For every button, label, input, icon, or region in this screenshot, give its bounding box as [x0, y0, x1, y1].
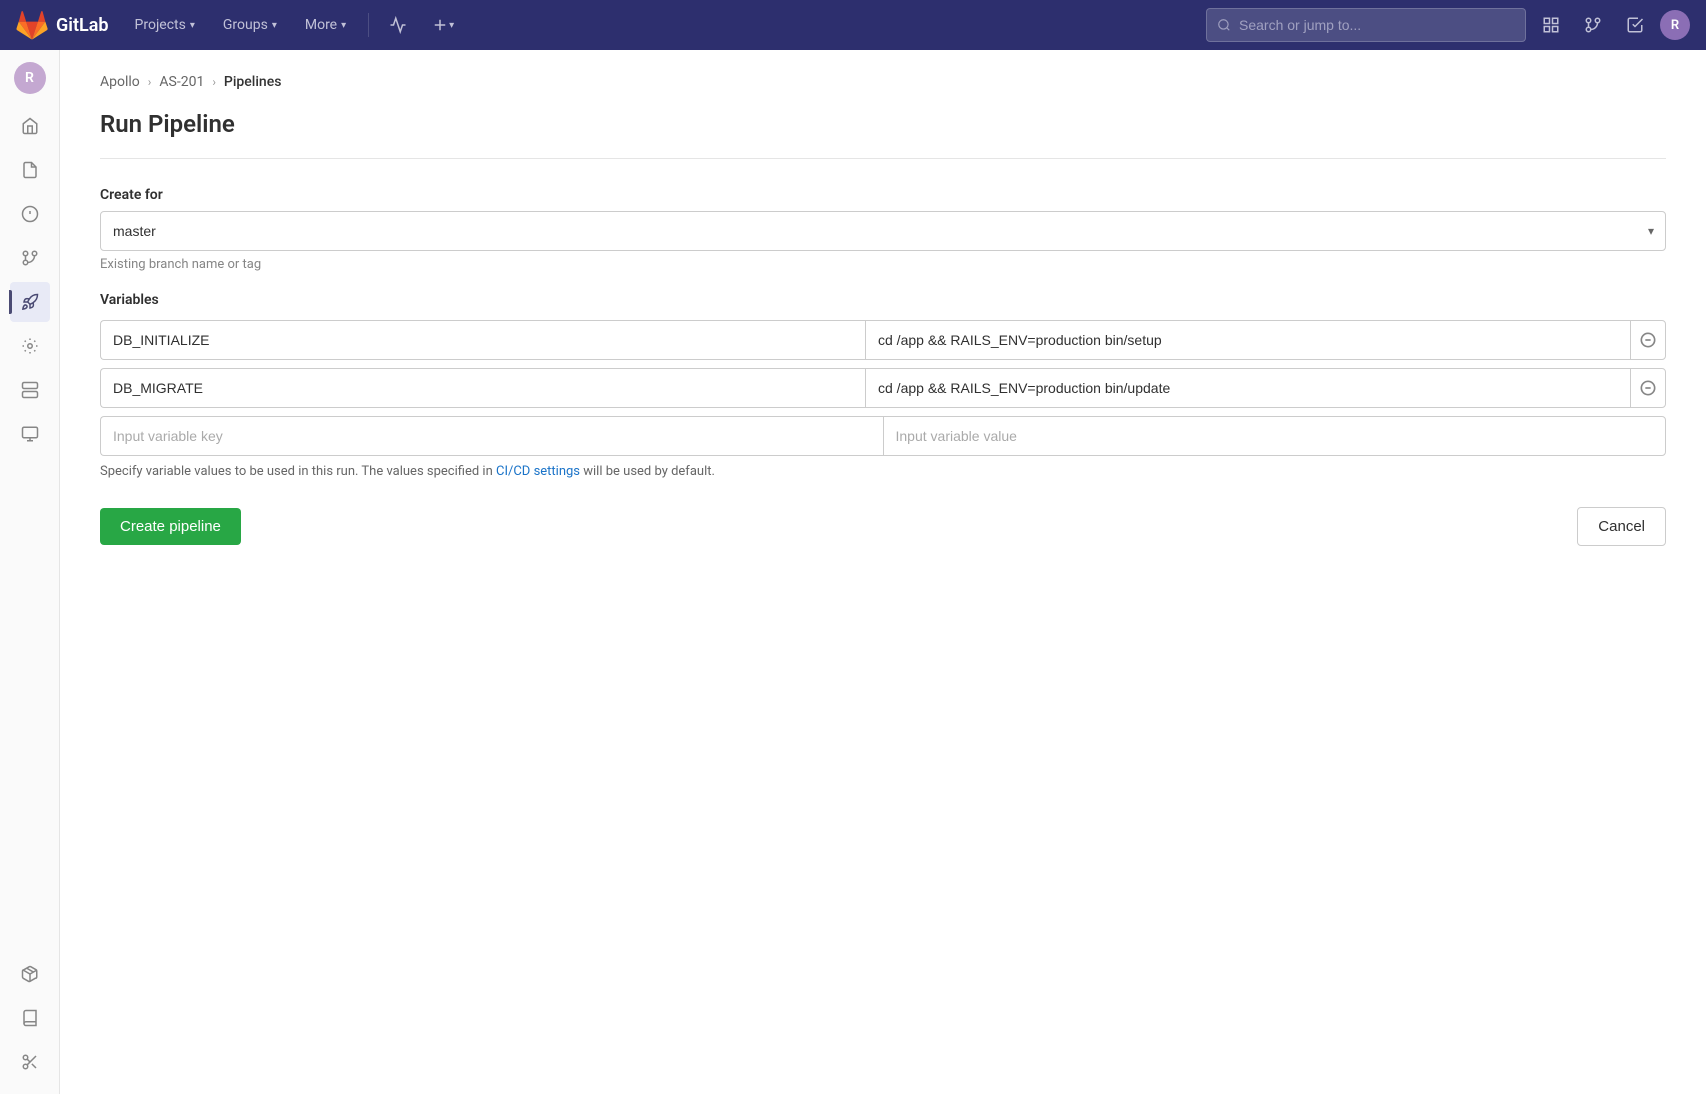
variable-key-2[interactable] [100, 368, 865, 408]
sidebar-item-home[interactable] [10, 106, 50, 146]
sidebar-item-repository[interactable] [10, 150, 50, 190]
todos-button[interactable] [1618, 10, 1652, 40]
branch-hint: Existing branch name or tag [100, 257, 1666, 272]
merge-requests-button[interactable] [1576, 10, 1610, 40]
todo-icon [1626, 16, 1644, 34]
create-new-button[interactable]: ▾ [423, 10, 462, 40]
user-avatar[interactable]: R [1660, 10, 1690, 40]
variable-hint: Specify variable values to be used in th… [100, 464, 1666, 479]
variable-row-empty [100, 416, 1666, 456]
sidebar-item-merge-requests[interactable] [10, 238, 50, 278]
projects-chevron-icon: ▾ [190, 20, 195, 31]
more-chevron-icon: ▾ [341, 20, 346, 31]
chart-icon [389, 16, 407, 34]
server-icon [21, 381, 39, 399]
main-content: Apollo › AS-201 › Pipelines Run Pipeline… [60, 50, 1706, 1094]
command-palette-button[interactable] [1534, 10, 1568, 40]
search-icon [1217, 18, 1231, 32]
breadcrumb-current: Pipelines [224, 74, 282, 90]
cicd-settings-link[interactable]: CI/CD settings [496, 464, 580, 479]
breadcrumb-apollo[interactable]: Apollo [100, 74, 140, 90]
gitlab-logo[interactable]: GitLab [16, 9, 109, 41]
title-divider [100, 158, 1666, 159]
chart-icon-button[interactable] [381, 10, 415, 40]
variable-row-2 [100, 368, 1666, 408]
nav-groups[interactable]: Groups ▾ [213, 11, 287, 39]
variable-remove-2[interactable] [1630, 368, 1666, 408]
command-icon [1542, 16, 1560, 34]
variable-value-1[interactable] [865, 320, 1630, 360]
sidebar-item-snippets[interactable] [10, 1042, 50, 1082]
plus-icon [431, 16, 449, 34]
sidebar-item-issues[interactable] [10, 194, 50, 234]
breadcrumb-sep-2: › [212, 75, 216, 89]
variable-value-new[interactable] [883, 416, 1667, 456]
create-chevron-icon: ▾ [449, 20, 454, 31]
sidebar: R [0, 50, 60, 1094]
sidebar-item-cicd[interactable] [10, 282, 50, 322]
cancel-button[interactable]: Cancel [1577, 507, 1666, 546]
search-input[interactable] [1239, 17, 1515, 33]
merge-requests-icon [21, 249, 39, 267]
run-pipeline-form: Create for master main develop ▾ Existin… [100, 187, 1666, 546]
variables-label: Variables [100, 292, 1666, 308]
branch-select-wrapper: master main develop ▾ [100, 211, 1666, 251]
variable-row-1 [100, 320, 1666, 360]
variable-remove-1[interactable] [1630, 320, 1666, 360]
branch-select[interactable]: master main develop [100, 211, 1666, 251]
book-icon [21, 1009, 39, 1027]
create-pipeline-button[interactable]: Create pipeline [100, 508, 241, 545]
breadcrumb: Apollo › AS-201 › Pipelines [100, 74, 1666, 90]
breadcrumb-as201[interactable]: AS-201 [159, 74, 204, 90]
groups-chevron-icon: ▾ [272, 20, 277, 31]
monitor-icon [21, 425, 39, 443]
form-actions: Create pipeline Cancel [100, 507, 1666, 546]
minus-circle-icon [1640, 332, 1656, 348]
main-layout: R [0, 50, 1706, 1094]
logo-text: GitLab [56, 15, 109, 36]
breadcrumb-sep-1: › [148, 75, 152, 89]
create-for-label: Create for [100, 187, 1666, 203]
nav-more[interactable]: More ▾ [295, 11, 356, 39]
variable-value-2[interactable] [865, 368, 1630, 408]
rocket-icon [21, 293, 39, 311]
minus-circle-icon-2 [1640, 380, 1656, 396]
merge-icon [1584, 16, 1602, 34]
file-icon [21, 161, 39, 179]
nav-divider [368, 13, 369, 37]
sidebar-item-monitor[interactable] [10, 414, 50, 454]
top-navigation: GitLab Projects ▾ Groups ▾ More ▾ ▾ [0, 0, 1706, 50]
nav-projects[interactable]: Projects ▾ [125, 11, 205, 39]
sidebar-item-environments[interactable] [10, 370, 50, 410]
page-title: Run Pipeline [100, 110, 1666, 138]
scissors-icon [21, 1053, 39, 1071]
variable-key-new[interactable] [100, 416, 883, 456]
issues-icon [21, 205, 39, 223]
sidebar-user-avatar[interactable]: R [14, 62, 46, 94]
sidebar-item-packages[interactable] [10, 954, 50, 994]
package-icon [21, 965, 39, 983]
sidebar-item-wiki[interactable] [10, 998, 50, 1038]
variable-key-1[interactable] [100, 320, 865, 360]
search-bar[interactable] [1206, 8, 1526, 42]
operations-icon [21, 337, 39, 355]
home-icon [21, 117, 39, 135]
sidebar-item-operations[interactable] [10, 326, 50, 366]
